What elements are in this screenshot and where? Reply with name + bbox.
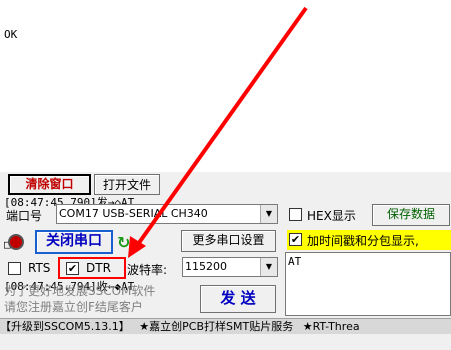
arrow-shaft: [134, 6, 308, 249]
status-item[interactable]: 【升级到SSCOM5.13.1】: [0, 320, 130, 333]
status-item[interactable]: ★RT-Threa: [303, 320, 360, 333]
annotation-arrow: [128, 6, 308, 258]
status-bar: 【升级到SSCOM5.13.1】 ★嘉立创PCB打样SMT贴片服务 ★RT-Th…: [0, 318, 451, 334]
status-item[interactable]: ★嘉立创PCB打样SMT贴片服务: [139, 320, 293, 333]
